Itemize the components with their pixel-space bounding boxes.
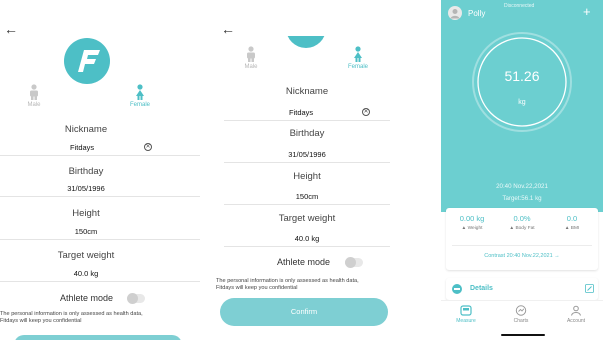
tab-charts[interactable]: Charts bbox=[501, 305, 541, 324]
birthday-label: Birthday bbox=[68, 166, 104, 177]
stat-weight: 0.00 kg ▲ Weight bbox=[449, 214, 495, 231]
male-label: Male bbox=[244, 64, 258, 70]
privacy-note: The personal information is only assesse… bbox=[0, 311, 200, 325]
back-arrow-icon[interactable]: ← bbox=[4, 22, 18, 36]
stat-value: 0.0% bbox=[513, 214, 531, 223]
confirm-button[interactable] bbox=[14, 335, 182, 340]
privacy-note-line: Fitdays will keep you confidential bbox=[216, 285, 298, 291]
birthday-value[interactable]: 31/05/1996 bbox=[207, 150, 407, 159]
stat-label: ▲ BMI bbox=[564, 226, 580, 231]
height-label: Height bbox=[72, 208, 100, 219]
profile-setup-screen-scrolled: ← Male Female Nickname Fitdays ✕ Birthda… bbox=[207, 0, 407, 340]
male-figure-icon bbox=[247, 46, 255, 62]
privacy-note-line: The personal information is only assesse… bbox=[0, 311, 143, 317]
divider bbox=[0, 281, 200, 282]
stat-value: 0.00 kg bbox=[459, 214, 485, 223]
target-weight-value[interactable]: 40.0 kg bbox=[0, 269, 186, 278]
nickname-input[interactable]: Fitdays bbox=[70, 143, 94, 152]
privacy-note-line: The personal information is only assesse… bbox=[216, 278, 359, 284]
tab-label: Account bbox=[566, 318, 586, 324]
female-figure-icon bbox=[354, 46, 362, 62]
charts-icon bbox=[515, 305, 527, 316]
clear-icon[interactable]: ✕ bbox=[144, 143, 152, 151]
gender-female-option[interactable]: Female bbox=[338, 46, 378, 70]
athlete-mode-toggle[interactable] bbox=[127, 293, 145, 304]
target-weight-value[interactable]: 40.0 kg bbox=[207, 234, 407, 243]
back-arrow-icon[interactable]: ← bbox=[221, 22, 235, 36]
stat-value: 0.0 bbox=[566, 214, 578, 223]
divider bbox=[0, 239, 200, 240]
privacy-note: The personal information is only assesse… bbox=[216, 278, 401, 292]
user-icon bbox=[450, 9, 460, 19]
nickname-input[interactable]: Fitdays bbox=[289, 108, 313, 117]
height-value[interactable]: 150cm bbox=[207, 192, 407, 201]
stat-bmi: 0.0 ▲ BMI bbox=[549, 214, 595, 231]
height-value[interactable]: 150cm bbox=[0, 227, 186, 236]
target-weight: Target:56.1 kg bbox=[502, 195, 542, 202]
privacy-note-line: Fitdays will keep you confidential bbox=[0, 318, 82, 324]
measure-home-screen: Disconnected Polly + 51.26 kg 20:40 Nov.… bbox=[441, 0, 603, 340]
divider bbox=[224, 120, 390, 121]
scale-icon bbox=[460, 305, 472, 316]
tab-label: Measure bbox=[456, 318, 476, 324]
contrast-link[interactable]: Contrast 20:40 Nov.22,2021 → bbox=[446, 253, 598, 259]
gender-female-option[interactable]: Female bbox=[120, 84, 160, 108]
nickname-label: Nickname bbox=[285, 86, 329, 97]
tab-measure[interactable]: Measure bbox=[446, 305, 486, 324]
weight-unit: kg bbox=[518, 99, 526, 106]
person-icon bbox=[571, 305, 581, 316]
fitdays-logo bbox=[286, 36, 326, 48]
confirm-button[interactable]: Confirm bbox=[220, 298, 388, 326]
birthday-label: Birthday bbox=[289, 128, 325, 139]
athlete-mode-toggle[interactable] bbox=[345, 257, 363, 268]
stats-card: 0.00 kg ▲ Weight 0.0% ▲ Body Fat 0.0 ▲ B… bbox=[446, 208, 598, 270]
divider bbox=[224, 162, 390, 163]
divider bbox=[0, 196, 200, 197]
gender-male-option[interactable]: Male bbox=[231, 46, 271, 70]
female-figure-icon bbox=[136, 84, 144, 100]
details-icon bbox=[452, 284, 462, 294]
home-indicator bbox=[501, 334, 545, 336]
profile-setup-screen: ← Male Female Nickname Fitdays ✕ Birthda… bbox=[0, 0, 200, 340]
female-label: Female bbox=[347, 64, 368, 70]
details-card[interactable]: Details bbox=[446, 278, 598, 300]
athlete-mode-label: Athlete mode bbox=[60, 293, 114, 303]
divider bbox=[224, 246, 390, 247]
male-label: Male bbox=[27, 102, 41, 108]
connection-status: Disconnected bbox=[504, 3, 535, 9]
details-label: Details bbox=[470, 285, 493, 292]
user-name[interactable]: Polly bbox=[468, 9, 485, 18]
tab-account[interactable]: Account bbox=[556, 305, 596, 324]
stat-label: ▲ Weight bbox=[461, 226, 483, 231]
divider bbox=[452, 245, 592, 246]
edit-icon[interactable] bbox=[585, 284, 594, 293]
measurement-datetime: 20:40 Nov.22,2021 bbox=[496, 183, 548, 190]
height-label: Height bbox=[293, 171, 321, 182]
add-icon[interactable]: + bbox=[583, 5, 591, 18]
clear-icon[interactable]: ✕ bbox=[362, 108, 370, 116]
nickname-label: Nickname bbox=[64, 124, 108, 135]
tab-label: Charts bbox=[513, 318, 529, 324]
weight-value: 51.26 bbox=[504, 68, 540, 84]
birthday-value[interactable]: 31/05/1996 bbox=[0, 184, 186, 193]
athlete-mode-label: Athlete mode bbox=[277, 257, 331, 267]
female-label: Female bbox=[129, 102, 150, 108]
male-figure-icon bbox=[30, 84, 38, 100]
divider bbox=[224, 204, 390, 205]
target-weight-label: Target weight bbox=[57, 250, 115, 261]
gender-male-option[interactable]: Male bbox=[14, 84, 54, 108]
stat-body-fat: 0.0% ▲ Body Fat bbox=[499, 214, 545, 231]
fitdays-logo bbox=[64, 38, 110, 84]
divider bbox=[0, 155, 200, 156]
target-weight-label: Target weight bbox=[278, 213, 336, 224]
avatar[interactable] bbox=[448, 6, 462, 20]
stat-label: ▲ Body Fat bbox=[509, 226, 535, 231]
